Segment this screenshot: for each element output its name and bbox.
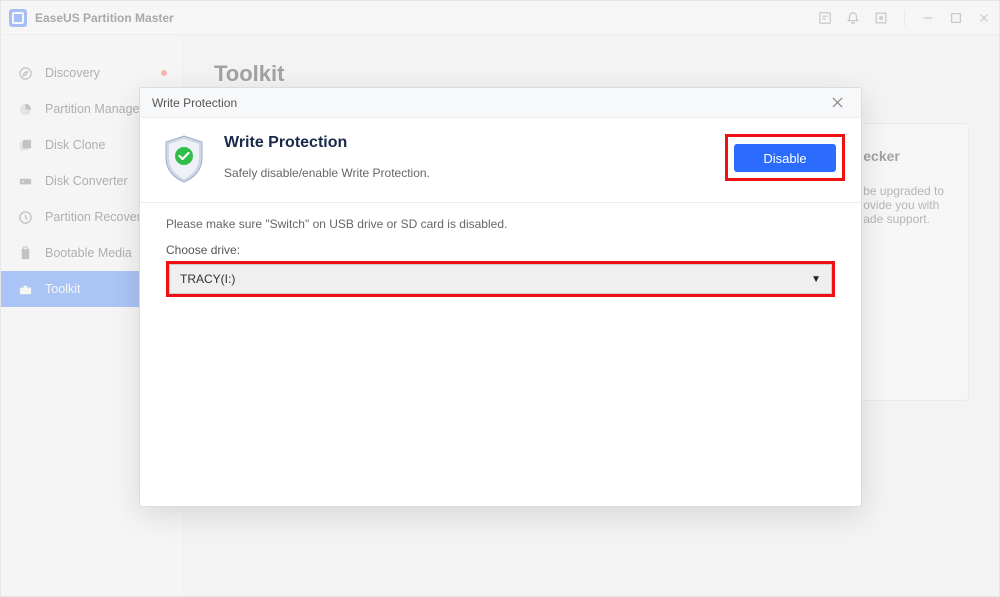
- switch-hint-text: Please make sure "Switch" on USB drive o…: [166, 217, 835, 231]
- drive-select-highlight: TRACY(I:) ▼: [166, 261, 835, 297]
- drive-select-value: TRACY(I:): [180, 272, 235, 286]
- modal-body: Please make sure "Switch" on USB drive o…: [140, 203, 861, 311]
- modal-title: Write Protection: [224, 134, 430, 152]
- write-protection-modal: Write Protection Write Protection Safely…: [139, 87, 862, 507]
- shield-icon: [162, 134, 206, 184]
- disable-button[interactable]: Disable: [734, 144, 836, 172]
- modal-header-title: Write Protection: [152, 96, 237, 110]
- disable-button-highlight: Disable: [725, 134, 845, 181]
- drive-select[interactable]: TRACY(I:) ▼: [169, 264, 832, 294]
- chevron-down-icon: ▼: [811, 274, 821, 285]
- modal-top-section: Write Protection Safely disable/enable W…: [140, 118, 861, 203]
- choose-drive-label: Choose drive:: [166, 243, 835, 257]
- modal-close-button[interactable]: [826, 95, 849, 110]
- modal-subtitle: Safely disable/enable Write Protection.: [224, 166, 430, 180]
- modal-header: Write Protection: [140, 88, 861, 118]
